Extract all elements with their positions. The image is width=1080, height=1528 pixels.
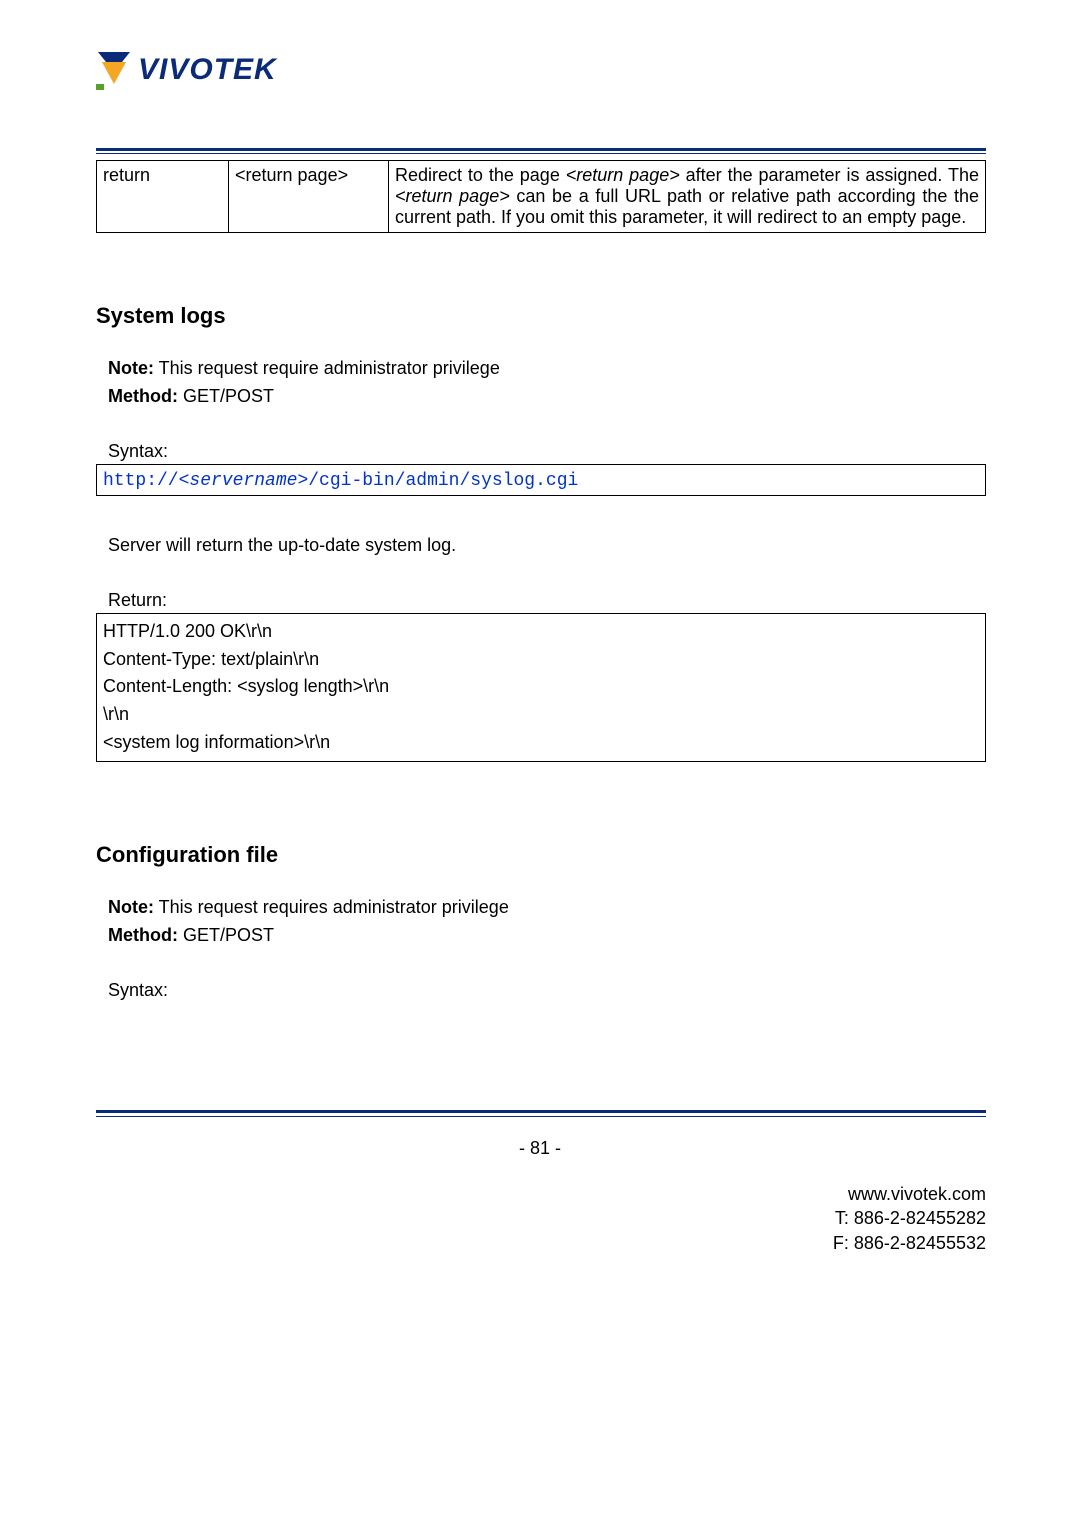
footer-rule — [96, 1110, 986, 1113]
content: return <return page> Redirect to the pag… — [96, 160, 986, 1003]
desc-ins: <return page> — [566, 165, 680, 185]
logo-text: VIVOTEK — [138, 53, 277, 87]
note-label: Note: — [108, 897, 154, 917]
page-number: - 81 - — [0, 1138, 1080, 1159]
note-line: Note: This request require administrator… — [108, 355, 986, 383]
syntax-label: Syntax: — [108, 980, 986, 1001]
method-text: GET/POST — [178, 386, 274, 406]
url-servername: <servername> — [179, 471, 309, 491]
return-line: HTTP/1.0 200 OK\r\n — [103, 618, 979, 646]
vivotek-logo: VIVOTEK — [96, 50, 277, 90]
cell-desc: Redirect to the page <return page> after… — [389, 161, 986, 233]
url-part: http:// — [103, 471, 179, 491]
desc-text: after the parameter is assigned. The — [680, 165, 979, 185]
note-text: This request require administrator privi… — [154, 358, 500, 378]
desc-text: Redirect to the page — [395, 165, 566, 185]
footer-tel: T: 886-2-82455282 — [833, 1206, 986, 1230]
header-rule — [96, 148, 986, 151]
method-line: Method: GET/POST — [108, 383, 986, 411]
footer-fax: F: 886-2-82455532 — [833, 1231, 986, 1255]
note-text: This request requires administrator priv… — [154, 897, 509, 917]
note-line: Note: This request requires administrato… — [108, 894, 986, 922]
return-line: <system log information>\r\n — [103, 729, 979, 757]
section-heading-config-file: Configuration file — [96, 842, 986, 868]
return-line: Content-Type: text/plain\r\n — [103, 646, 979, 674]
desc-ins: <return page> — [395, 186, 510, 206]
method-label: Method: — [108, 386, 178, 406]
note-label: Note: — [108, 358, 154, 378]
syntax-url: http://<servername>/cgi-bin/admin/syslog… — [103, 471, 578, 491]
method-line: Method: GET/POST — [108, 922, 986, 950]
syntax-label: Syntax: — [108, 441, 986, 462]
cell-value: <return page> — [229, 161, 389, 233]
footer-rule-thin — [96, 1116, 986, 1117]
section-heading-system-logs: System logs — [96, 303, 986, 329]
return-line: Content-Length: <syslog length>\r\n — [103, 673, 979, 701]
return-line: \r\n — [103, 701, 979, 729]
logo-icon — [96, 50, 132, 90]
method-label: Method: — [108, 925, 178, 945]
parameter-table: return <return page> Redirect to the pag… — [96, 160, 986, 233]
table-row: return <return page> Redirect to the pag… — [97, 161, 986, 233]
method-text: GET/POST — [178, 925, 274, 945]
cell-param: return — [97, 161, 229, 233]
page: VIVOTEK return <return page> Redirect to… — [0, 0, 1080, 1528]
footer: www.vivotek.com T: 886-2-82455282 F: 886… — [833, 1182, 986, 1255]
footer-url: www.vivotek.com — [833, 1182, 986, 1206]
header-rule-thin — [96, 153, 986, 154]
return-box: HTTP/1.0 200 OK\r\n Content-Type: text/p… — [96, 613, 986, 762]
url-part: /cgi-bin/admin/syslog.cgi — [308, 471, 578, 491]
section-desc: Server will return the up-to-date system… — [108, 532, 986, 560]
return-label: Return: — [108, 590, 986, 611]
syntax-box: http://<servername>/cgi-bin/admin/syslog… — [96, 464, 986, 496]
